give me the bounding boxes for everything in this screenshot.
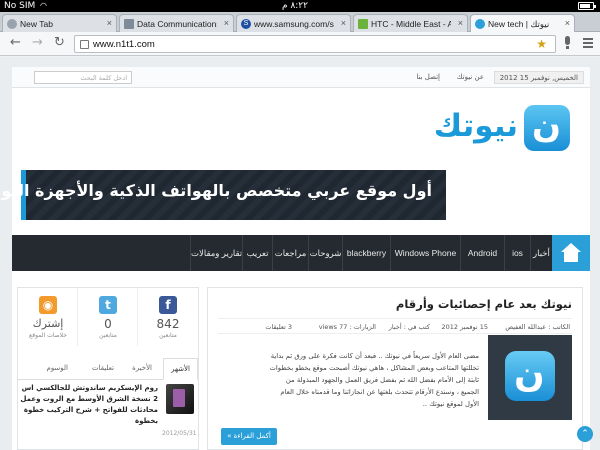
home-icon[interactable]: [552, 235, 590, 271]
article-meta: الكاتب : عبدالله الغفيص 15 نوفمبر 2012 ك…: [218, 318, 572, 334]
nav-item-arabization[interactable]: تعريب: [242, 235, 272, 271]
rss-subscribe: إشترك: [32, 317, 64, 330]
nav-item-reports[interactable]: تقارير ومقالات: [190, 235, 242, 271]
tab-label: HTC - Middle East - Arabi: [371, 19, 451, 29]
htc-icon: [358, 19, 368, 29]
article-thumbnail[interactable]: ن: [488, 335, 572, 420]
article-date: 15 نوفمبر 2012: [441, 323, 488, 331]
nav-item-tutorials[interactable]: شروحات: [308, 235, 342, 271]
rss-label: خلاصات الموقع: [29, 332, 67, 339]
close-icon[interactable]: ×: [458, 18, 463, 28]
twitter-icon: t: [99, 296, 117, 314]
wifi-icon: ◠: [40, 1, 47, 10]
article-comments[interactable]: 3 تعليقات: [265, 323, 292, 331]
popular-post-title[interactable]: روم الإيسكريم ساندوتش للجالكسي اس 2 نسخة…: [20, 383, 158, 427]
close-icon[interactable]: ×: [107, 18, 112, 28]
banner-text: أول موقع عربي متخصص بالهواتف الذكية والأ…: [0, 181, 432, 200]
post-thumbnail[interactable]: [166, 384, 194, 414]
nav-item-reviews[interactable]: مراجعات: [272, 235, 308, 271]
facebook-widget[interactable]: f 842 متابعين: [138, 288, 198, 346]
battery-level: [580, 4, 591, 8]
rss-widget[interactable]: ◉ إشترك خلاصات الموقع: [18, 288, 78, 346]
contact-link[interactable]: إتصل بنا: [416, 73, 440, 81]
rss-icon: ◉: [39, 296, 57, 314]
scroll-to-top-icon[interactable]: ⌃: [577, 426, 593, 442]
tab-newtech[interactable]: New tech | نيوتك ×: [470, 14, 575, 33]
close-icon[interactable]: ×: [565, 18, 570, 28]
logo-text: نيوتك: [433, 108, 518, 144]
tab-recent[interactable]: الأخيرة: [132, 364, 152, 372]
close-icon[interactable]: ×: [224, 18, 229, 28]
forward-arrow-icon[interactable]: →: [32, 36, 43, 50]
nav-item-windows-phone[interactable]: Windows Phone: [390, 235, 460, 271]
reload-icon[interactable]: ↻: [54, 36, 65, 50]
tab-htc[interactable]: HTC - Middle East - Arabi ×: [353, 14, 468, 32]
article-card: نيوتك بعد عام إحصائيات وأرقام الكاتب : ع…: [207, 287, 583, 450]
document-icon: [124, 19, 134, 29]
tab-new-tab[interactable]: New Tab ×: [2, 14, 117, 32]
read-more-button[interactable]: أكمل القراءة »: [221, 428, 277, 445]
tab-popular[interactable]: الأشهر: [163, 358, 198, 380]
samsung-icon: S: [241, 19, 251, 29]
article-title[interactable]: نيوتك بعد عام إحصائيات وأرقام: [396, 297, 572, 311]
sidebar: f 842 متابعين t 0 متابعين ◉ إشترك خلاصات…: [17, 287, 199, 450]
web-page: الخميس, نوفمبر 15 2012 عن نيوتك إتصل بنا…: [0, 57, 600, 450]
main-navigation: أخبار ios Android Windows Phone blackber…: [12, 235, 590, 271]
article-category[interactable]: كتب في : أخبار: [389, 323, 430, 331]
address-text: www.n1t1.com: [93, 39, 155, 50]
tab-label: www.samsung.com/sa/co: [254, 19, 334, 29]
logo-letter: ن: [532, 106, 562, 146]
facebook-label: متابعين: [159, 332, 177, 339]
article-excerpt: مضى العام الأول سريعاً في نيوتك .. فبعد …: [269, 352, 479, 408]
tab-data-communications[interactable]: Data Communications - N ×: [119, 14, 234, 32]
search-input[interactable]: ادخل كلمة البحث: [34, 71, 132, 84]
site-topbar: الخميس, نوفمبر 15 2012 عن نيوتك إتصل بنا…: [12, 67, 590, 88]
tab-label: New Tab: [20, 19, 53, 29]
newtech-icon: [475, 19, 485, 29]
tab-label: New tech | نيوتك: [488, 19, 550, 29]
page-icon: [80, 40, 89, 49]
back-arrow-icon[interactable]: ←: [10, 36, 21, 50]
sidebar-tabs: الأشهر الأخيرة تعليقات الوسوم: [18, 358, 198, 380]
about-link[interactable]: عن نيوتك: [457, 73, 484, 81]
status-bar: No SIM ◠ ٨:٢٢ م: [0, 0, 600, 12]
microphone-icon[interactable]: [563, 36, 571, 49]
tab-strip: New Tab × Data Communications - N × S ww…: [0, 12, 600, 33]
tab-samsung[interactable]: S www.samsung.com/sa/co ×: [236, 14, 351, 32]
article-author[interactable]: الكاتب : عبدالله الغفيص: [505, 323, 570, 331]
tab-comments[interactable]: تعليقات: [92, 364, 114, 372]
tab-tags[interactable]: الوسوم: [46, 364, 68, 372]
nav-item-news[interactable]: أخبار: [530, 235, 552, 271]
facebook-count: 842: [156, 317, 180, 331]
tab-label: Data Communications - N: [137, 19, 217, 29]
thumb-letter: ن: [514, 354, 545, 395]
nav-item-blackberry[interactable]: blackberry: [342, 235, 390, 271]
nav-item-ios[interactable]: ios: [504, 235, 530, 271]
twitter-label: متابعين: [99, 332, 117, 339]
browser-toolbar: ← → ↻ www.n1t1.com ★: [0, 32, 600, 56]
nav-item-android[interactable]: Android: [460, 235, 504, 271]
menu-icon[interactable]: [583, 38, 593, 50]
site-logo[interactable]: نيوتك ن: [430, 105, 570, 155]
site-container: الخميس, نوفمبر 15 2012 عن نيوتك إتصل بنا…: [0, 67, 590, 450]
popular-post-date: 2012/05/31: [162, 430, 197, 437]
battery-icon: [578, 2, 596, 10]
clock: ٨:٢٢ م: [282, 1, 308, 11]
article-views: الزيارات : 77 views: [318, 323, 376, 331]
address-bar[interactable]: www.n1t1.com ★: [74, 35, 556, 53]
facebook-icon: f: [159, 296, 177, 314]
close-icon[interactable]: ×: [341, 18, 346, 28]
logo-icon: ن: [524, 105, 570, 151]
twitter-count: 0: [104, 317, 112, 331]
date-label: الخميس, نوفمبر 15 2012: [493, 71, 584, 84]
chrome-icon: [7, 19, 17, 29]
newtech-app-icon: ن: [505, 351, 555, 401]
carrier-label: No SIM: [4, 1, 36, 11]
twitter-widget[interactable]: t 0 متابعين: [78, 288, 138, 346]
tagline-banner: أول موقع عربي متخصص بالهواتف الذكية والأ…: [0, 170, 446, 220]
bookmark-star-icon[interactable]: ★: [536, 37, 547, 51]
